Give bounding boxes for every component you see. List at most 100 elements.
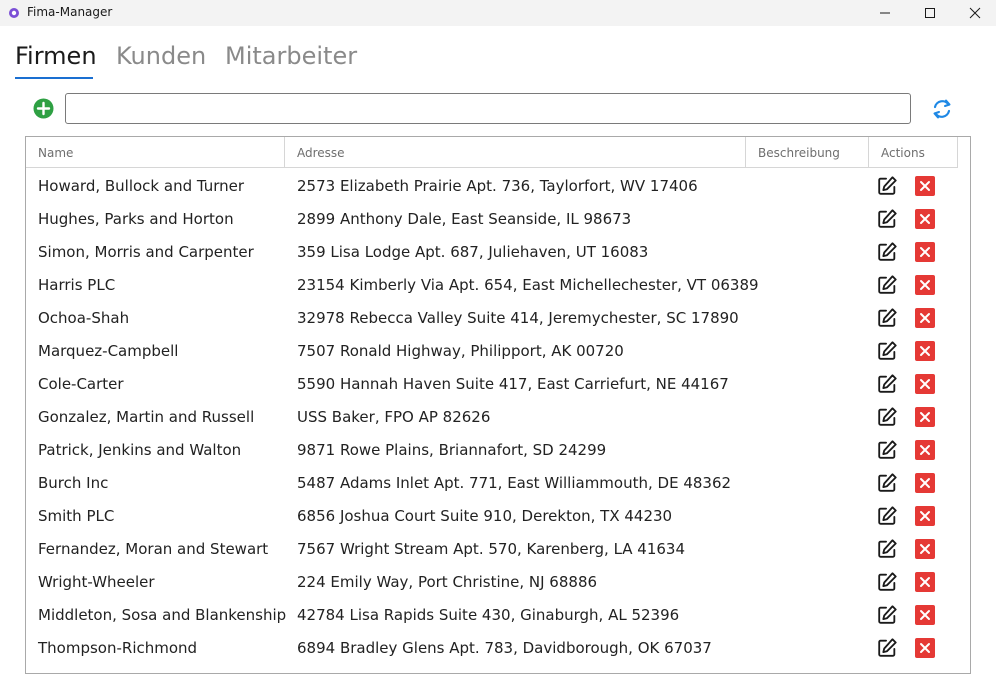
delete-icon [920,544,930,554]
column-header-address[interactable]: Adresse [285,137,746,168]
delete-button[interactable] [915,539,935,559]
edit-icon [878,275,897,294]
delete-button[interactable] [915,176,935,196]
edit-button[interactable] [876,571,898,593]
table-row[interactable]: Marquez-Campbell 7507 Ronald Highway, Phi… [26,335,970,368]
edit-button[interactable] [876,505,898,527]
active-tab-indicator [15,77,93,79]
edit-icon [878,539,897,558]
table-row[interactable]: Wright-Wheeler 224 Emily Way, Port Christ… [26,566,970,599]
edit-icon [878,605,897,624]
edit-button[interactable] [876,538,898,560]
column-header-name[interactable]: Name [26,137,285,168]
delete-button[interactable] [915,374,935,394]
delete-button[interactable] [915,242,935,262]
edit-button[interactable] [876,406,898,428]
company-name: Burch Inc [38,474,109,492]
company-address: 6856 Joshua Court Suite 910, Derekton, T… [297,507,673,525]
edit-button[interactable] [876,373,898,395]
delete-button[interactable] [915,209,935,229]
table-row[interactable]: Hughes, Parks and Horton 2899 Anthony Dal… [26,203,970,236]
delete-button[interactable] [915,341,935,361]
edit-button[interactable] [876,274,898,296]
edit-button[interactable] [876,208,898,230]
table-row[interactable]: Fernandez, Moran and Stewart 7567 Wright … [26,533,970,566]
table-body: Howard, Bullock and Turner 2573 Elizabeth… [26,170,970,665]
add-button[interactable] [33,98,54,119]
edit-icon [878,374,897,393]
delete-button[interactable] [915,605,935,625]
tab-kunden[interactable]: Kunden [116,42,206,70]
company-address: 2573 Elizabeth Prairie Apt. 736, Taylorf… [297,177,698,195]
edit-icon [878,176,897,195]
delete-icon [920,280,930,290]
edit-icon [878,209,897,228]
maximize-icon [925,8,935,18]
delete-icon [920,445,930,455]
tab-firmen[interactable]: Firmen [15,42,97,70]
table-row[interactable]: Harris PLC 23154 Kimberly Via Apt. 654, E… [26,269,970,302]
company-address: 9871 Rowe Plains, Briannafort, SD 24299 [297,441,607,459]
delete-button[interactable] [915,440,935,460]
edit-button[interactable] [876,175,898,197]
edit-button[interactable] [876,340,898,362]
delete-button[interactable] [915,638,935,658]
delete-button[interactable] [915,506,935,526]
table-row[interactable]: Thompson-Richmond 6894 Bradley Glens Apt.… [26,632,970,665]
company-name: Thompson-Richmond [38,639,198,657]
edit-icon [878,341,897,360]
company-address: 6894 Bradley Glens Apt. 783, Davidboroug… [297,639,712,657]
delete-icon [920,412,930,422]
delete-icon [920,214,930,224]
edit-icon [878,572,897,591]
company-address: 5487 Adams Inlet Apt. 771, East Williamm… [297,474,732,492]
edit-button[interactable] [876,241,898,263]
edit-button[interactable] [876,637,898,659]
company-name: Middleton, Sosa and Blankenship [38,606,287,624]
delete-button[interactable] [915,407,935,427]
table-row[interactable]: Burch Inc 5487 Adams Inlet Apt. 771, East… [26,467,970,500]
company-name: Harris PLC [38,276,116,294]
close-button[interactable] [952,0,996,26]
table-row[interactable]: Middleton, Sosa and Blankenship 42784 Lis… [26,599,970,632]
table-row[interactable]: Ochoa-Shah 32978 Rebecca Valley Suite 414… [26,302,970,335]
company-name: Simon, Morris and Carpenter [38,243,254,261]
company-name: Wright-Wheeler [38,573,155,591]
delete-icon [920,511,930,521]
delete-icon [920,610,930,620]
company-address: USS Baker, FPO AP 82626 [297,408,491,426]
delete-icon [920,379,930,389]
company-name: Patrick, Jenkins and Walton [38,441,242,459]
company-name: Smith PLC [38,507,115,525]
search-input[interactable] [65,93,911,124]
company-name: Gonzalez, Martin and Russell [38,408,255,426]
edit-icon [878,473,897,492]
delete-button[interactable] [915,572,935,592]
edit-button[interactable] [876,472,898,494]
table-row[interactable]: Patrick, Jenkins and Walton 9871 Rowe Pla… [26,434,970,467]
table-row[interactable]: Cole-Carter 5590 Hannah Haven Suite 417, … [26,368,970,401]
delete-icon [920,478,930,488]
edit-button[interactable] [876,439,898,461]
edit-icon [878,440,897,459]
delete-button[interactable] [915,275,935,295]
delete-button[interactable] [915,308,935,328]
table-row[interactable]: Smith PLC 6856 Joshua Court Suite 910, De… [26,500,970,533]
delete-button[interactable] [915,473,935,493]
app-logo-icon [9,8,19,18]
table-row[interactable]: Simon, Morris and Carpenter 359 Lisa Lodg… [26,236,970,269]
minimize-icon [880,12,890,14]
tab-mitarbeiter[interactable]: Mitarbeiter [225,42,357,70]
minimize-button[interactable] [862,0,908,26]
company-address: 2899 Anthony Dale, East Seanside, IL 986… [297,210,632,228]
table-row[interactable]: Howard, Bullock and Turner 2573 Elizabeth… [26,170,970,203]
table-row[interactable]: Gonzalez, Martin and Russell USS Baker, F… [26,401,970,434]
company-name: Marquez-Campbell [38,342,179,360]
maximize-button[interactable] [907,0,953,26]
edit-button[interactable] [876,604,898,626]
delete-icon [920,247,930,257]
refresh-button[interactable] [930,97,954,121]
edit-button[interactable] [876,307,898,329]
column-header-description[interactable]: Beschreibung [746,137,869,168]
company-address: 7507 Ronald Highway, Philipport, AK 0072… [297,342,624,360]
